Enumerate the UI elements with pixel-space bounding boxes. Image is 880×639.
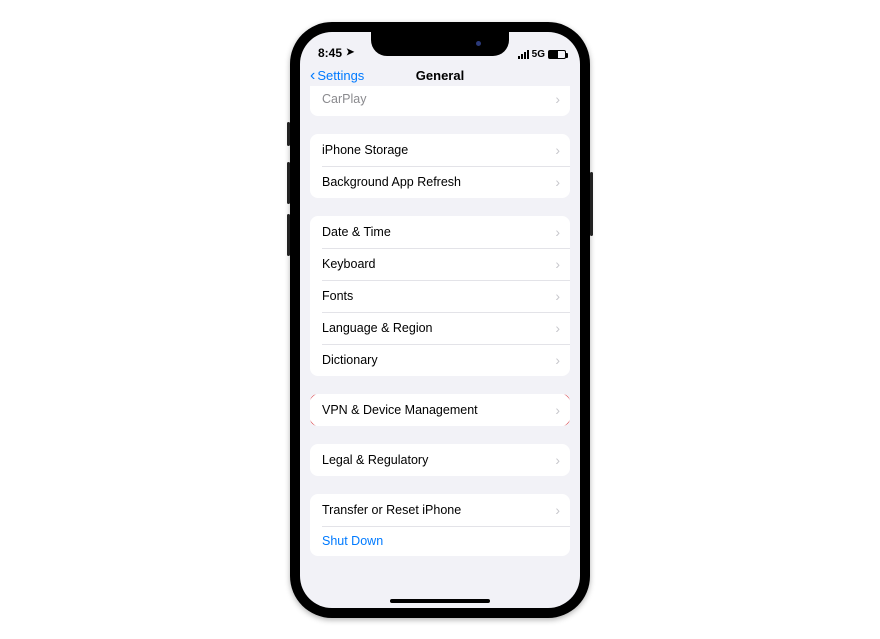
cell-label: Dictionary <box>322 353 378 367</box>
cell-label: Fonts <box>322 289 353 303</box>
chevron-right-icon: › <box>555 502 560 518</box>
chevron-right-icon: › <box>555 174 560 190</box>
chevron-right-icon: › <box>555 402 560 418</box>
cell-legal-regulatory[interactable]: Legal & Regulatory › <box>310 444 570 476</box>
cell-transfer-reset[interactable]: Transfer or Reset iPhone › <box>310 494 570 526</box>
chevron-right-icon: › <box>555 288 560 304</box>
settings-group: CarPlay › <box>310 86 570 116</box>
cell-label: Legal & Regulatory <box>322 453 428 467</box>
settings-group: Date & Time › Keyboard › Fonts › Languag… <box>310 216 570 376</box>
cell-dictionary[interactable]: Dictionary › <box>310 344 570 376</box>
cell-label: VPN & Device Management <box>322 403 478 417</box>
power-button <box>590 172 593 236</box>
chevron-right-icon: › <box>555 142 560 158</box>
network-label: 5G <box>532 49 545 60</box>
device-frame: 8:45 ➤ 5G ‹ Settings General CarPlay › <box>290 22 590 618</box>
chevron-right-icon: › <box>555 224 560 240</box>
cellular-signal-icon <box>518 50 529 59</box>
cell-label: iPhone Storage <box>322 143 408 157</box>
cell-label: Date & Time <box>322 225 391 239</box>
home-indicator[interactable] <box>390 599 490 603</box>
cell-label: Language & Region <box>322 321 433 335</box>
chevron-right-icon: › <box>555 320 560 336</box>
mute-switch <box>287 122 290 146</box>
status-time: 8:45 <box>318 46 342 60</box>
settings-group: Transfer or Reset iPhone › Shut Down <box>310 494 570 556</box>
settings-group: Legal & Regulatory › <box>310 444 570 476</box>
cell-iphone-storage[interactable]: iPhone Storage › <box>310 134 570 166</box>
cell-date-time[interactable]: Date & Time › <box>310 216 570 248</box>
location-icon: ➤ <box>346 47 354 58</box>
settings-group: iPhone Storage › Background App Refresh … <box>310 134 570 198</box>
cell-carplay[interactable]: CarPlay › <box>310 86 570 116</box>
cell-fonts[interactable]: Fonts › <box>310 280 570 312</box>
cell-background-app-refresh[interactable]: Background App Refresh › <box>310 166 570 198</box>
cell-vpn-device-management[interactable]: VPN & Device Management › <box>310 394 570 426</box>
chevron-right-icon: › <box>555 452 560 468</box>
cell-shut-down[interactable]: Shut Down <box>310 526 570 556</box>
cell-label: Keyboard <box>322 257 376 271</box>
screen: 8:45 ➤ 5G ‹ Settings General CarPlay › <box>300 32 580 608</box>
cell-label: Transfer or Reset iPhone <box>322 503 461 517</box>
cell-label: Shut Down <box>322 534 383 548</box>
volume-down-button <box>287 214 290 256</box>
back-button[interactable]: ‹ Settings <box>310 68 364 84</box>
cell-label: Background App Refresh <box>322 175 461 189</box>
chevron-right-icon: › <box>555 91 560 107</box>
chevron-left-icon: ‹ <box>310 68 315 84</box>
settings-group: VPN & Device Management › <box>310 394 570 426</box>
chevron-right-icon: › <box>555 352 560 368</box>
cell-label: CarPlay <box>322 92 366 106</box>
battery-icon <box>548 50 566 59</box>
notch <box>371 32 509 56</box>
back-label: Settings <box>317 68 364 83</box>
volume-up-button <box>287 162 290 204</box>
cell-keyboard[interactable]: Keyboard › <box>310 248 570 280</box>
chevron-right-icon: › <box>555 256 560 272</box>
settings-content[interactable]: CarPlay › iPhone Storage › Background Ap… <box>300 86 580 556</box>
cell-language-region[interactable]: Language & Region › <box>310 312 570 344</box>
